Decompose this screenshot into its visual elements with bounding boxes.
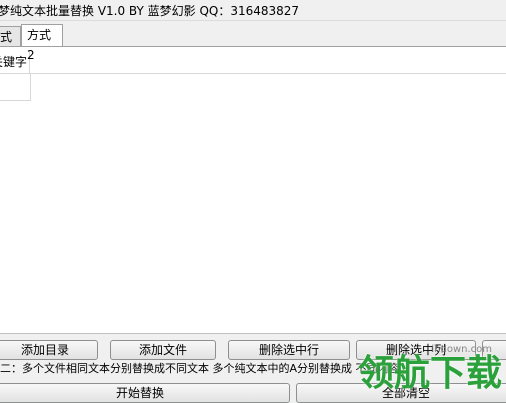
- window-title: 梦纯文本批量替换 V1.0 BY 蓝梦幻影 QQ：316483827: [0, 4, 300, 18]
- title-bar: 梦纯文本批量替换 V1.0 BY 蓝梦幻影 QQ：316483827: [0, 0, 506, 21]
- delete-selected-row-button[interactable]: 删除选中行: [228, 340, 350, 360]
- row-header-cell[interactable]: [0, 74, 31, 101]
- watermark-text: 领航下载: [357, 353, 502, 394]
- tab-mode-2[interactable]: 方式2: [21, 24, 63, 62]
- grid-header-row: 关键字: [0, 51, 506, 74]
- add-directory-button[interactable]: 添加目录: [0, 340, 98, 360]
- column-header-keyword[interactable]: 关键字: [0, 51, 30, 73]
- tab-strip: 式1 方式2: [0, 24, 506, 64]
- watermark-logo: 领航下载: [358, 338, 502, 402]
- add-file-button[interactable]: 添加文件: [110, 340, 216, 360]
- keyword-grid[interactable]: 关键字: [0, 46, 506, 334]
- start-replace-button[interactable]: 开始替换: [0, 383, 290, 403]
- tab-mode-1[interactable]: 式1: [0, 26, 21, 64]
